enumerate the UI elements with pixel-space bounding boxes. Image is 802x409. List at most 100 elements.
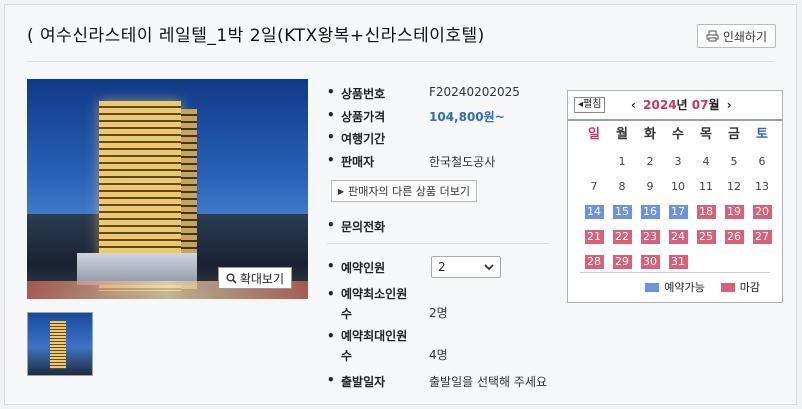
calendar-header: ◂펼침 ‹ 2024년 07월 ›	[568, 91, 782, 121]
day-number: 14	[584, 204, 604, 219]
calendar-day: 5	[720, 149, 748, 174]
calendar-day: 7	[580, 174, 608, 199]
product-no-label: 상품번호	[341, 87, 386, 101]
day-number: 20	[752, 204, 772, 219]
calendar-day: 4	[692, 149, 720, 174]
max-value: 4명	[429, 348, 448, 362]
day-number: 6	[758, 154, 766, 168]
photo-thumbnail[interactable]	[27, 312, 93, 376]
day-number: 28	[584, 254, 604, 269]
calendar-month-number: 07	[691, 98, 709, 112]
people-label: 예약인원	[341, 261, 386, 275]
calendar-day: 22	[608, 224, 636, 249]
min-people-row: • 예약최소인원 수 2명	[327, 284, 448, 324]
magnifier-icon	[226, 273, 237, 284]
calendar-day: 21	[580, 224, 608, 249]
calendar-day: 26	[720, 224, 748, 249]
calendar-day: 2	[636, 149, 664, 174]
calendar-day: 29	[608, 249, 636, 274]
calendar-grid: 1 2 3 4 5 6 7 8 9 10 11 12 13 14 15 16 17 18 19 20 21 22 23 24 2…	[580, 149, 776, 274]
day-number: 8	[618, 179, 626, 193]
next-month-button[interactable]: ›	[724, 98, 735, 112]
zoom-label: 확대보기	[239, 271, 284, 286]
legend-available: 예약가능	[664, 281, 705, 294]
zoom-button[interactable]: 확대보기	[217, 267, 292, 289]
day-number: 27	[752, 229, 772, 244]
calendar-day[interactable]: 17	[664, 199, 692, 224]
page-title: ( 여수신라스테이 레일텔_1박 2일(KTX왕복+신라스테이호텔)	[27, 26, 485, 46]
day-number: 13	[755, 179, 769, 193]
calendar-day[interactable]: 16	[636, 199, 664, 224]
calendar-day: 30	[636, 249, 664, 274]
phone-label: 문의전화	[341, 220, 386, 234]
price-label: 상품가격	[341, 110, 386, 124]
print-button[interactable]: 인쇄하기	[696, 24, 776, 48]
day-number: 16	[640, 204, 660, 219]
prev-month-button[interactable]: ‹	[628, 98, 639, 112]
product-no-row: • 상품번호 F20240202025	[327, 85, 520, 101]
calendar-day: 18	[692, 199, 720, 224]
available-swatch	[645, 282, 660, 292]
calendar-day: 28	[580, 249, 608, 274]
seller-more-products-button[interactable]: ▶ 판매자의 다른 상품 더보기	[331, 180, 477, 202]
calendar-day: 9	[636, 174, 664, 199]
day-number: 30	[640, 254, 660, 269]
day-number: 5	[730, 154, 738, 168]
weekday-label: 수	[672, 127, 684, 142]
info-divider	[327, 243, 549, 244]
min-label: 예약최소인원	[341, 287, 408, 301]
calendar-day[interactable]: 14	[580, 199, 608, 224]
day-number: 23	[640, 229, 660, 244]
calendar-day: 1	[608, 149, 636, 174]
day-number: 10	[671, 179, 685, 193]
calendar-day: 23	[636, 224, 664, 249]
calendar-day[interactable]: 15	[608, 199, 636, 224]
period-label: 여행기간	[341, 132, 386, 146]
period-row: • 여행기간	[327, 130, 429, 147]
weekday-label: 월	[616, 127, 628, 142]
calendar-blank	[580, 149, 608, 174]
people-select-value: 2	[438, 260, 446, 274]
calendar-day: 25	[692, 224, 720, 249]
day-number: 17	[668, 204, 688, 219]
calendar-day: 3	[664, 149, 692, 174]
title-divider	[27, 61, 774, 62]
chevron-down-icon	[484, 263, 494, 270]
max-people-row: • 예약최대인원 수 4명	[327, 326, 448, 366]
calendar-day: 10	[664, 174, 692, 199]
day-number: 21	[584, 229, 604, 244]
day-number: 19	[724, 204, 744, 219]
day-number: 12	[727, 179, 741, 193]
phone-row: • 문의전화	[327, 218, 429, 235]
price-row: • 상품가격 104,800원~	[327, 108, 505, 124]
closed-swatch	[720, 282, 735, 292]
depart-value: 출발일을 선택해 주세요	[429, 375, 548, 389]
departure-calendar: ◂펼침 ‹ 2024년 07월 › 일월화수목금토 1 2 3 4 5 6 7 8 9 10 11 1…	[567, 90, 783, 303]
calendar-day: 13	[748, 174, 776, 199]
caret-right-icon: ▶	[338, 186, 345, 196]
max-label: 예약최대인원	[341, 329, 408, 343]
depart-row: • 출발일자 출발일을 선택해 주세요	[327, 373, 548, 389]
weekday-label: 토	[756, 127, 768, 142]
day-number: 15	[612, 204, 632, 219]
weekday-label: 화	[644, 127, 656, 142]
price-value: 104,800원~	[429, 110, 505, 124]
day-number: 9	[646, 179, 654, 193]
calendar-day: 6	[748, 149, 776, 174]
people-select[interactable]: 2	[431, 256, 501, 278]
seller-row: • 판매자 한국철도공사	[327, 153, 496, 169]
calendar-legend: 예약가능 마감	[645, 279, 760, 295]
calendar-expand-button[interactable]: ◂펼침	[574, 97, 606, 113]
calendar-day: 11	[692, 174, 720, 199]
day-number: 29	[612, 254, 632, 269]
day-number: 2	[646, 154, 654, 168]
print-label: 인쇄하기	[722, 29, 767, 44]
weekday-header: 일월화수목금토	[580, 123, 776, 142]
calendar-month: ‹ 2024년 07월 ›	[628, 96, 735, 113]
calendar-day: 20	[748, 199, 776, 224]
calendar-year: 2024	[643, 98, 677, 112]
day-number: 7	[590, 179, 598, 193]
day-number: 26	[724, 229, 744, 244]
day-number: 18	[696, 204, 716, 219]
product-photo[interactable]: 확대보기	[27, 79, 308, 299]
